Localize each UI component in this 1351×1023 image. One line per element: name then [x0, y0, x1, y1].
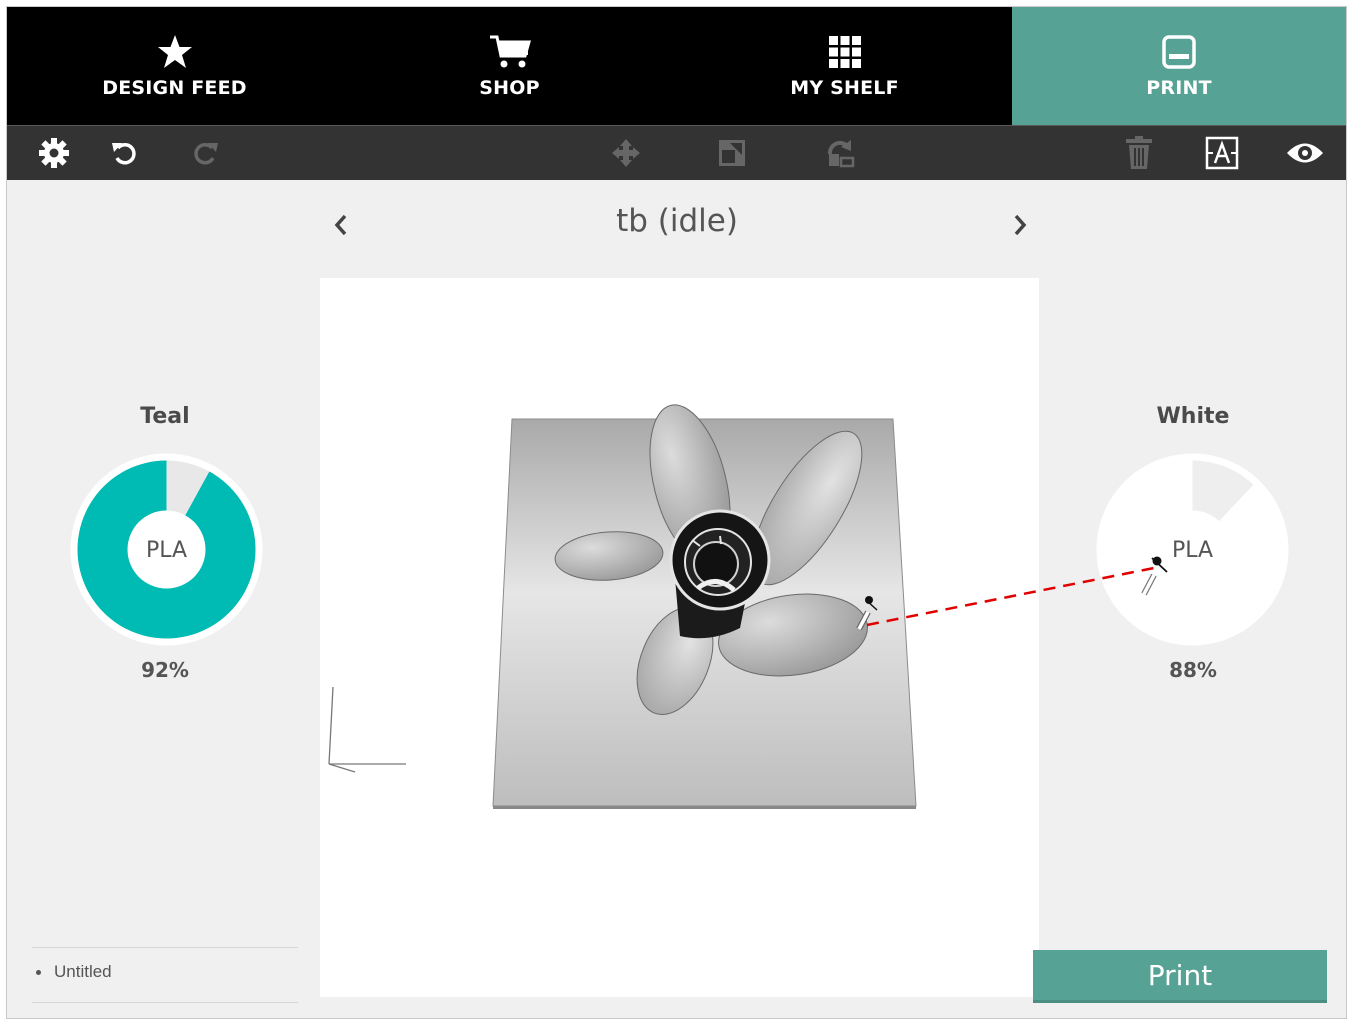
- right-filament-donut[interactable]: PLA: [1095, 452, 1290, 647]
- rotate-button[interactable]: [821, 134, 861, 172]
- tab-design-feed[interactable]: DESIGN FEED: [7, 7, 342, 125]
- view-toggle-button[interactable]: [1285, 134, 1325, 172]
- 3d-viewport[interactable]: [320, 278, 1039, 997]
- tab-print-label: PRINT: [1146, 77, 1212, 99]
- right-material-label: PLA: [1172, 538, 1213, 563]
- bullet-icon: [36, 969, 41, 975]
- eye-icon: [1287, 143, 1323, 163]
- redo-icon: [194, 143, 218, 165]
- tab-my-shelf-label: MY SHELF: [790, 77, 899, 99]
- left-filament-percent: 92%: [141, 658, 189, 682]
- move-icon: [612, 139, 640, 167]
- move-button[interactable]: [606, 134, 646, 172]
- redo-button[interactable]: [186, 134, 226, 172]
- undo-button[interactable]: [104, 134, 144, 172]
- left-filament-donut[interactable]: PLA: [69, 452, 264, 647]
- axis-indicator: [328, 686, 406, 773]
- chevron-left-icon: [334, 214, 347, 236]
- toolbar: [7, 125, 1346, 180]
- cart-icon: [489, 35, 531, 68]
- next-printer-button[interactable]: [1005, 207, 1035, 243]
- settings-button[interactable]: [34, 134, 74, 172]
- model-render: [328, 404, 917, 809]
- tab-shop-label: SHOP: [479, 77, 540, 99]
- printer-icon: [1162, 35, 1196, 69]
- right-filament-name: White: [1156, 404, 1230, 429]
- printer-name: tb (idle): [616, 203, 738, 239]
- tab-print[interactable]: PRINT: [1012, 7, 1346, 125]
- left-material-label: PLA: [146, 538, 187, 563]
- delete-button[interactable]: [1119, 134, 1159, 172]
- trash-icon: [1126, 136, 1152, 169]
- rotate-icon: [827, 140, 855, 168]
- label-icon: [1205, 136, 1239, 170]
- app-window: DESIGN FEED SHOP MY SHELF PRINT tb (idle…: [6, 6, 1347, 1019]
- print-button[interactable]: Print: [1033, 950, 1327, 1003]
- file-name: Untitled: [54, 962, 112, 981]
- undo-icon: [112, 143, 136, 165]
- grid-icon: [828, 36, 861, 68]
- top-nav: DESIGN FEED SHOP MY SHELF PRINT: [7, 7, 1346, 125]
- scale-icon: [719, 140, 745, 166]
- right-filament-percent: 88%: [1169, 658, 1217, 682]
- chevron-right-icon: [1014, 214, 1027, 236]
- file-list: Untitled: [32, 947, 298, 1003]
- tab-design-feed-label: DESIGN FEED: [102, 77, 247, 99]
- tab-shop[interactable]: SHOP: [342, 7, 677, 125]
- tab-my-shelf[interactable]: MY SHELF: [677, 7, 1012, 125]
- label-button[interactable]: [1202, 134, 1242, 172]
- star-icon: [157, 35, 192, 68]
- file-list-item[interactable]: Untitled: [36, 962, 112, 982]
- gear-icon: [39, 138, 69, 168]
- prev-printer-button[interactable]: [326, 207, 356, 243]
- scale-button[interactable]: [712, 134, 752, 172]
- left-filament-name: Teal: [140, 404, 190, 429]
